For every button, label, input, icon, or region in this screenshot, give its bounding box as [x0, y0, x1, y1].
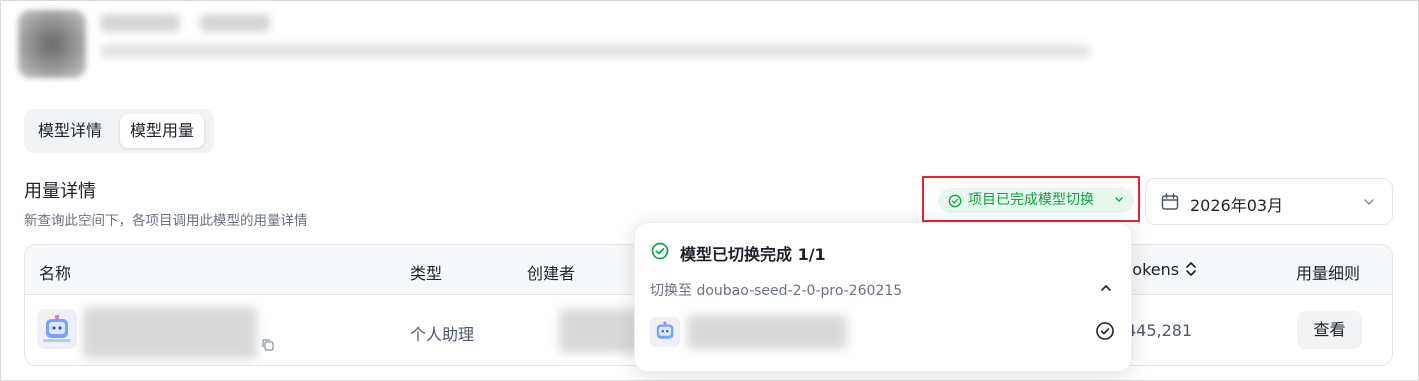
popover-title: 模型已切换完成 1/1	[680, 245, 826, 264]
blurred-title	[100, 14, 180, 32]
blurred-project-name	[687, 315, 847, 349]
sort-icon	[1186, 262, 1196, 276]
section-subtitle: 新查询此空间下，各项目调用此模型的用量详情	[24, 213, 308, 229]
month-value: 2026年03月	[1190, 196, 1284, 215]
chevron-down-icon	[1364, 199, 1374, 206]
check-circle-icon	[651, 242, 669, 260]
tab-model-detail[interactable]: 模型详情	[28, 114, 112, 148]
check-circle-icon	[948, 194, 962, 208]
check-circle-icon	[1096, 322, 1114, 340]
row-type: 个人助理	[410, 325, 475, 344]
calendar-icon	[1161, 193, 1179, 210]
blurred-project-name	[83, 307, 257, 359]
tab-group: 模型详情 模型用量	[24, 109, 214, 153]
blurred-tag	[200, 14, 270, 32]
popover-subtitle: 切换至 doubao-seed-2-0-pro-260215	[650, 283, 903, 299]
chevron-up-icon[interactable]	[1099, 281, 1113, 295]
view-button[interactable]: 查看	[1297, 311, 1362, 349]
row-tokens: 445,281	[1126, 321, 1193, 340]
col-name: 名称	[39, 264, 72, 283]
col-creator: 创建者	[527, 264, 576, 283]
tab-model-usage[interactable]: 模型用量	[120, 114, 205, 148]
blurred-creator	[559, 309, 639, 353]
switch-status-label: 项目已完成模型切换	[968, 192, 1094, 208]
col-detail: 用量细则	[1296, 264, 1361, 283]
bot-avatar-icon	[37, 309, 77, 349]
blurred-meta	[100, 44, 1090, 58]
copy-icon[interactable]	[261, 338, 275, 352]
col-tokens[interactable]: tokens	[1126, 260, 1197, 279]
chevron-down-icon	[1115, 197, 1123, 202]
col-type: 类型	[410, 264, 443, 283]
bot-avatar-icon	[650, 317, 680, 347]
project-avatar	[18, 10, 86, 78]
section-title: 用量详情	[24, 181, 96, 202]
switch-status-popover: 模型已切换完成 1/1 切换至 doubao-seed-2-0-pro-2602…	[634, 222, 1132, 372]
switch-status-pill[interactable]: 项目已完成模型切换	[938, 188, 1134, 213]
month-picker[interactable]: 2026年03月	[1145, 178, 1393, 225]
